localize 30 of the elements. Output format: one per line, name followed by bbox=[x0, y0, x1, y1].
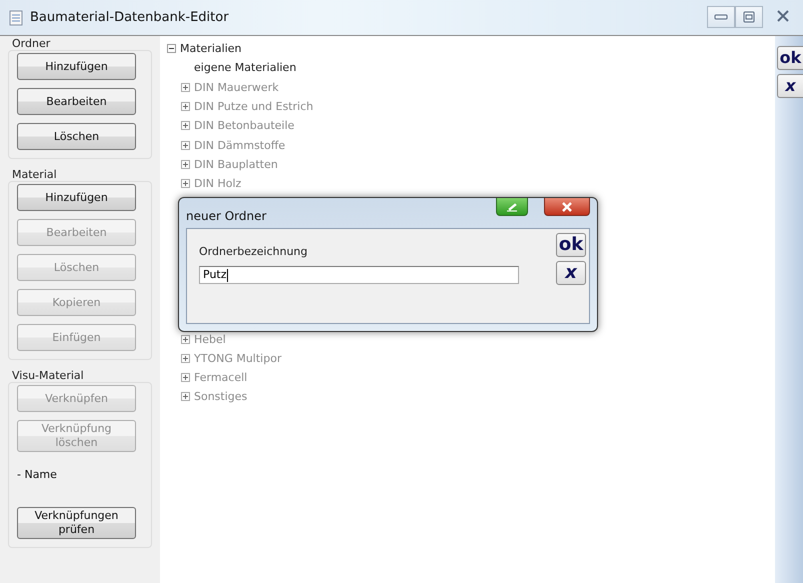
minimize-icon bbox=[714, 13, 728, 21]
field-label: Ordnerbezeichnung bbox=[199, 245, 308, 258]
sidebar-button[interactable]: Hinzufügen bbox=[17, 184, 136, 211]
sidebar-button[interactable]: Hinzufügen bbox=[17, 53, 136, 80]
document-icon bbox=[8, 10, 24, 26]
sidebar-button[interactable]: Verknüpfungen prüfen bbox=[17, 507, 136, 539]
close-button[interactable] bbox=[544, 198, 590, 216]
pencil-icon bbox=[506, 202, 518, 212]
cancel-button[interactable]: x bbox=[556, 261, 586, 285]
maximize-button[interactable] bbox=[735, 6, 763, 28]
ok-button[interactable]: ok bbox=[777, 46, 803, 70]
section-title: Visu-Material bbox=[12, 370, 85, 382]
close-icon bbox=[562, 202, 572, 212]
ok-button[interactable]: ok bbox=[556, 233, 586, 257]
input-field[interactable]: Putz bbox=[199, 266, 519, 284]
tree-item[interactable]: Materialien bbox=[180, 42, 242, 56]
cancel-button[interactable]: x bbox=[777, 74, 803, 98]
sidebar-button[interactable]: Löschen bbox=[17, 123, 136, 150]
name-label: - Name bbox=[17, 467, 58, 483]
section-title: Material bbox=[12, 169, 58, 181]
section-title: Ordner bbox=[12, 38, 52, 50]
edit-button[interactable] bbox=[496, 198, 528, 216]
minimize-button[interactable] bbox=[707, 6, 735, 28]
sidebar-button[interactable]: Bearbeiten bbox=[17, 88, 136, 115]
close-icon bbox=[777, 10, 789, 22]
maximize-icon bbox=[743, 11, 755, 23]
collapse-icon[interactable] bbox=[167, 44, 176, 54]
window-title: Baumaterial-Datenbank-Editor bbox=[30, 10, 229, 25]
tree-item[interactable]: eigene Materialien bbox=[194, 61, 296, 74]
dialog-title: neuer Ordner bbox=[186, 208, 266, 223]
